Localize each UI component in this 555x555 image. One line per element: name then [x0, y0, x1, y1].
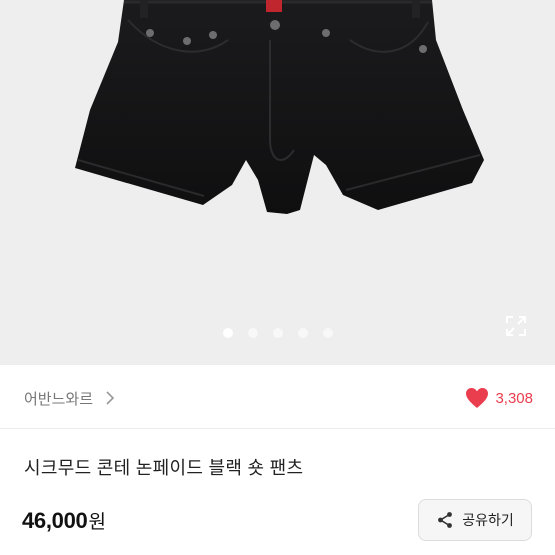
seller-link[interactable]: 어반느와르: [24, 387, 115, 409]
pagination-dot[interactable]: [273, 328, 283, 338]
product-image[interactable]: [0, 0, 555, 365]
share-button[interactable]: 공유하기: [418, 499, 532, 541]
seller-name: 어반느와르: [24, 390, 94, 408]
expand-image-button[interactable]: [501, 311, 531, 341]
product-price: 46,000원: [22, 507, 106, 534]
product-image-gallery[interactable]: [0, 0, 555, 365]
product-title: 시크무드 콘테 논페이드 블랙 숏 팬츠: [24, 458, 304, 478]
price-unit: 원: [88, 512, 106, 533]
like-count: 3,308: [495, 389, 533, 407]
share-label: 공유하기: [462, 512, 514, 528]
share-icon: [438, 512, 453, 528]
expand-icon: [506, 316, 526, 336]
like-button[interactable]: 3,308: [465, 386, 533, 410]
heart-icon: [466, 388, 489, 408]
pagination-dot[interactable]: [298, 328, 308, 338]
chevron-right-icon: [106, 391, 115, 405]
pagination-dot[interactable]: [223, 328, 233, 338]
pagination-dot[interactable]: [248, 328, 258, 338]
pagination-dot[interactable]: [323, 328, 333, 338]
image-pagination: [0, 328, 555, 340]
seller-row: 어반느와르 3,308: [0, 365, 555, 429]
price-value: 46,000: [22, 508, 88, 533]
